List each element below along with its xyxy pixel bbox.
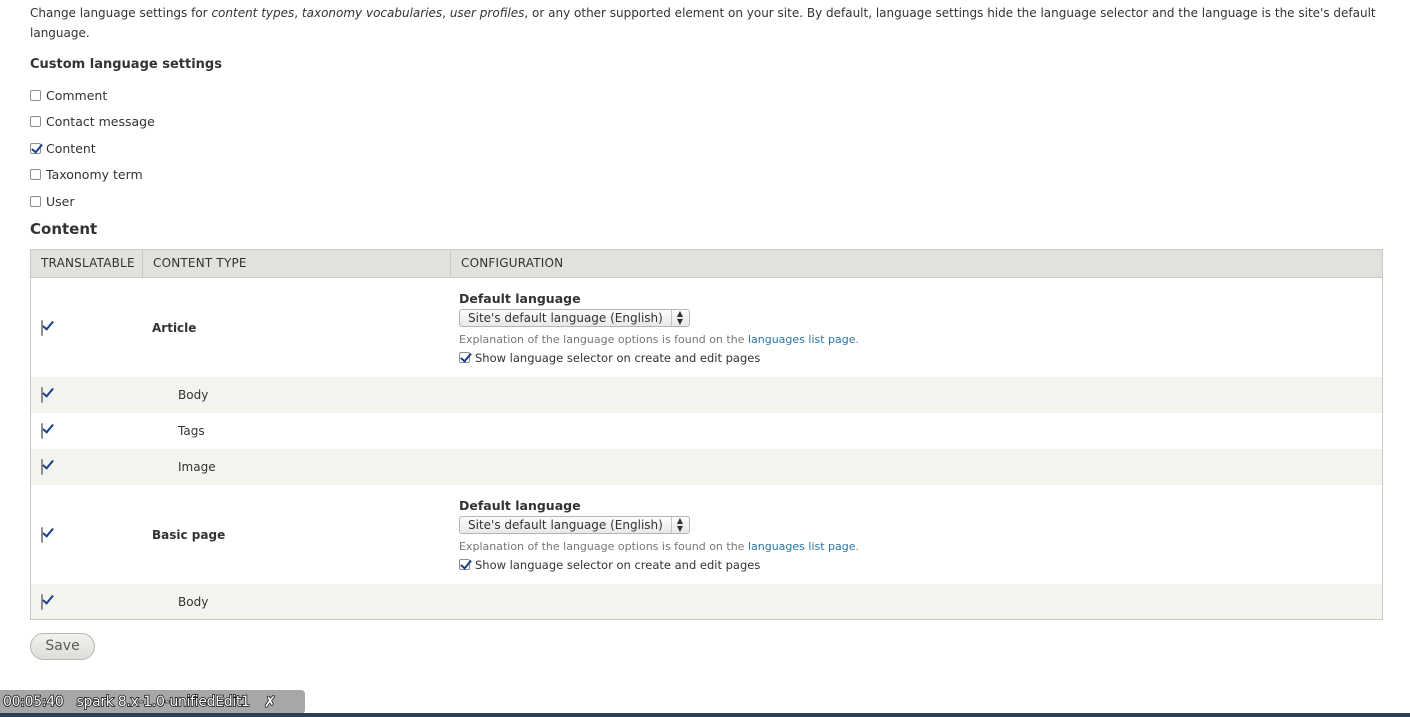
recording-time: 00:05:40 bbox=[2, 693, 64, 711]
article-translatable-checkbox[interactable] bbox=[41, 319, 43, 336]
basic-page-translatable-checkbox[interactable] bbox=[41, 526, 43, 543]
custom-language-settings-list: Comment Contact message Content Taxonomy… bbox=[30, 82, 155, 215]
translatable-cell bbox=[31, 593, 142, 610]
recording-overlay: 00:05:40 spark 8.x-1.0-unifiedEdit1 ✗ bbox=[0, 690, 305, 714]
basic-page-default-language-select[interactable]: Site's default language (English) ▲ ▼ bbox=[459, 515, 690, 534]
basic-page-select-value: Site's default language (English) bbox=[468, 517, 663, 532]
custom-setting-content[interactable]: Content bbox=[30, 135, 155, 162]
intro-description: Change language settings for content typ… bbox=[30, 6, 1376, 40]
field-tags: Tags bbox=[178, 424, 205, 438]
custom-setting-comment[interactable]: Comment bbox=[30, 82, 155, 109]
translatable-cell bbox=[31, 387, 142, 403]
content-section-heading: Content bbox=[30, 220, 98, 238]
translatable-cell bbox=[31, 423, 142, 439]
select-arrows-icon: ▲ ▼ bbox=[670, 309, 683, 326]
translatable-cell bbox=[31, 459, 142, 475]
header-content-type: CONTENT TYPE bbox=[142, 250, 450, 277]
article-configuration: Default language Site's default language… bbox=[450, 291, 1382, 365]
article-show-selector-checkbox[interactable] bbox=[459, 352, 470, 363]
contact-message-checkbox[interactable] bbox=[30, 116, 41, 128]
basic-page-show-selector[interactable]: Show language selector on create and edi… bbox=[459, 558, 1382, 572]
custom-setting-user[interactable]: User bbox=[30, 188, 155, 215]
taxonomy-term-label: Taxonomy term bbox=[46, 167, 143, 183]
custom-setting-contact-message[interactable]: Contact message bbox=[30, 109, 155, 136]
select-arrows-icon: ▲ ▼ bbox=[670, 516, 683, 533]
basic-page-show-selector-label: Show language selector on create and edi… bbox=[475, 557, 761, 572]
basic-page-language-help: Explanation of the language options is f… bbox=[459, 539, 860, 553]
article-language-help: Explanation of the language options is f… bbox=[459, 332, 860, 346]
content-type-basic-page: Basic page bbox=[152, 527, 226, 542]
field-image: Image bbox=[178, 460, 216, 474]
tags-translatable-checkbox[interactable] bbox=[41, 423, 43, 439]
save-button[interactable]: Save bbox=[30, 633, 95, 660]
table-row-basic-page: Basic page Default language Site's defau… bbox=[31, 485, 1382, 584]
image-translatable-checkbox[interactable] bbox=[41, 459, 43, 475]
table-row-article: Article Default language Site's default … bbox=[31, 278, 1382, 377]
content-type-article: Article bbox=[152, 320, 197, 335]
languages-list-page-link[interactable]: languages list page bbox=[748, 540, 856, 553]
close-icon[interactable]: ✗ bbox=[263, 692, 277, 712]
table-row-article-tags: Tags bbox=[31, 413, 1382, 449]
content-label: Content bbox=[46, 140, 96, 156]
header-translatable: TRANSLATABLE bbox=[41, 256, 135, 270]
table-row-basic-page-body: Body bbox=[31, 584, 1382, 619]
taxonomy-term-checkbox[interactable] bbox=[30, 169, 41, 181]
custom-setting-taxonomy-term[interactable]: Taxonomy term bbox=[30, 162, 155, 189]
article-default-language-label: Default language bbox=[459, 290, 581, 306]
user-label: User bbox=[46, 193, 75, 209]
article-default-language-select[interactable]: Site's default language (English) ▲ ▼ bbox=[459, 308, 690, 327]
basic-page-body-translatable-checkbox[interactable] bbox=[41, 593, 43, 610]
basic-page-default-language-label: Default language bbox=[459, 497, 581, 513]
table-row-article-image: Image bbox=[31, 449, 1382, 485]
contact-message-label: Contact message bbox=[46, 114, 155, 130]
languages-list-page-link[interactable]: languages list page bbox=[748, 333, 856, 346]
custom-language-settings-label: Custom language settings bbox=[30, 57, 222, 72]
article-show-selector-label: Show language selector on create and edi… bbox=[475, 350, 761, 365]
translatable-cell bbox=[31, 319, 142, 336]
bottom-strip bbox=[0, 713, 1410, 717]
basic-page-configuration: Default language Site's default language… bbox=[450, 498, 1382, 572]
article-select-value: Site's default language (English) bbox=[468, 310, 663, 325]
header-configuration: CONFIGURATION bbox=[450, 250, 1382, 277]
content-checkbox[interactable] bbox=[30, 142, 41, 154]
comment-label: Comment bbox=[46, 87, 108, 103]
table-header: TRANSLATABLE CONTENT TYPE CONFIGURATION bbox=[31, 250, 1382, 278]
comment-checkbox[interactable] bbox=[30, 89, 41, 101]
basic-page-show-selector-checkbox[interactable] bbox=[459, 559, 470, 570]
article-show-selector[interactable]: Show language selector on create and edi… bbox=[459, 351, 1382, 365]
user-checkbox[interactable] bbox=[30, 195, 41, 207]
recording-title: spark 8.x-1.0-unifiedEdit1 bbox=[76, 693, 251, 711]
page: Change language settings for content typ… bbox=[0, 0, 1410, 717]
content-language-table: TRANSLATABLE CONTENT TYPE CONFIGURATION … bbox=[30, 249, 1383, 620]
body-translatable-checkbox[interactable] bbox=[41, 387, 43, 403]
field-body: Body bbox=[178, 388, 209, 402]
translatable-cell bbox=[31, 526, 142, 543]
field-body: Body bbox=[178, 594, 209, 609]
table-row-article-body: Body bbox=[31, 377, 1382, 413]
